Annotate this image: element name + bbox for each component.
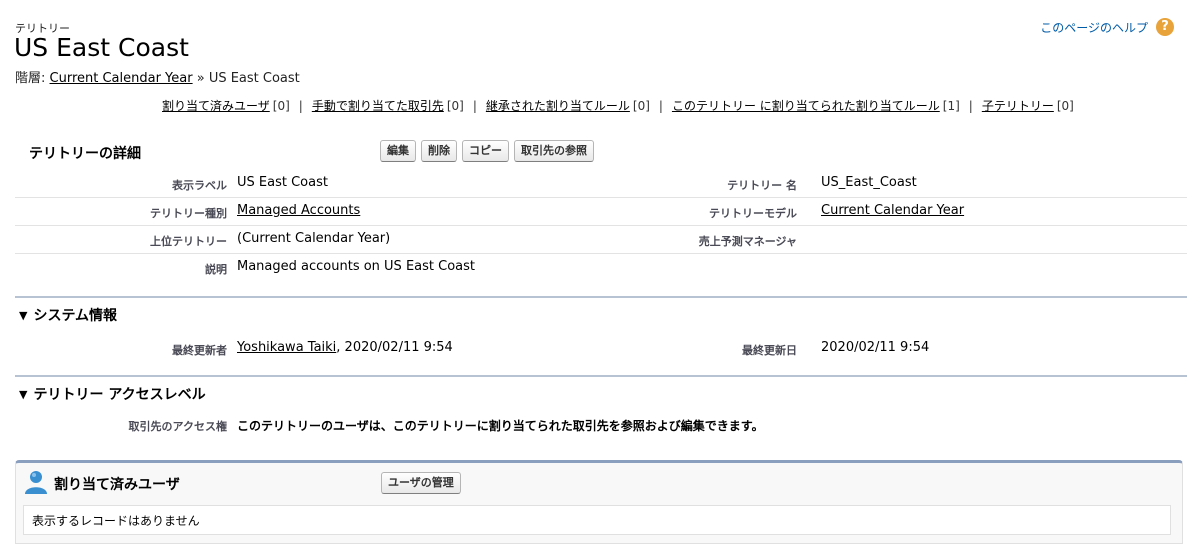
- field-value: Managed accounts on US East Coast: [237, 259, 475, 274]
- related-link-count: [0]: [446, 99, 464, 113]
- field-label: テリトリー種別: [150, 207, 227, 220]
- detail-button-bar: 編集 削除 コピー 取引先の参照: [380, 140, 594, 162]
- detail-row: 取引先のアクセス権 このテリトリーのユーザは、このテリトリーに割り当てられた取引…: [15, 411, 1187, 438]
- field-value: Yoshikawa Taiki, 2020/02/11 9:54: [237, 340, 453, 355]
- field-label: 売上予測マネージャ: [698, 235, 797, 248]
- collapse-triangle-icon[interactable]: ▼: [19, 309, 27, 322]
- field-value: US_East_Coast: [821, 175, 917, 190]
- last-modified-user-link[interactable]: Yoshikawa Taiki: [237, 340, 336, 355]
- manage-users-button[interactable]: ユーザの管理: [381, 472, 461, 494]
- related-link-separator: |: [472, 99, 477, 113]
- last-modified-by-date: , 2020/02/11 9:54: [336, 340, 453, 355]
- breadcrumb: 階層: Current Calendar Year » US East Coas…: [15, 67, 300, 86]
- related-link-assigned-rules: このテリトリー に割り当てられた割り当てルール [1]: [672, 99, 960, 113]
- view-accounts-button[interactable]: 取引先の参照: [514, 140, 594, 162]
- related-link-count: [0]: [632, 99, 650, 113]
- detail-row: 最終更新者 Yoshikawa Taiki, 2020/02/11 9:54 最…: [15, 335, 1187, 362]
- field-label: 表示ラベル: [172, 179, 227, 192]
- page-title: US East Coast: [14, 33, 189, 62]
- related-link-separator: |: [658, 99, 663, 113]
- field-label: 説明: [205, 263, 227, 276]
- field-label: 最終更新日: [742, 344, 797, 357]
- breadcrumb-current: US East Coast: [208, 71, 300, 86]
- related-link-assigned-users: 割り当て済みユーザ [0]: [162, 99, 290, 113]
- related-link-count: [0]: [272, 99, 290, 113]
- breadcrumb-prefix: 階層:: [15, 71, 50, 86]
- territory-model-link[interactable]: Current Calendar Year: [821, 203, 964, 218]
- breadcrumb-parent-link[interactable]: Current Calendar Year: [50, 71, 193, 86]
- user-icon: [25, 471, 47, 494]
- section-title: テリトリー アクセスレベル: [33, 387, 206, 403]
- related-link-label[interactable]: 手動で割り当てた取引先: [312, 99, 444, 113]
- detail-row: 説明 Managed accounts on US East Coast: [15, 254, 1187, 281]
- related-link-inherited-rules: 継承された割り当てルール [0]: [486, 99, 650, 113]
- assigned-users-related-list: 割り当て済みユーザ ユーザの管理 表示するレコードはありません: [15, 460, 1183, 544]
- field-label: 取引先のアクセス権: [128, 420, 227, 433]
- detail-row: 表示ラベル US East Coast テリトリー 名 US_East_Coas…: [15, 170, 1187, 198]
- access-level-fields: 取引先のアクセス権 このテリトリーのユーザは、このテリトリーに割り当てられた取引…: [15, 411, 1187, 438]
- related-link-manual-accounts: 手動で割り当てた取引先 [0]: [312, 99, 464, 113]
- copy-button[interactable]: コピー: [462, 140, 509, 162]
- related-list-title: 割り当て済みユーザ: [54, 477, 180, 493]
- delete-button[interactable]: 削除: [421, 140, 457, 162]
- collapse-triangle-icon[interactable]: ▼: [19, 388, 27, 401]
- detail-row: テリトリー種別 Managed Accounts テリトリーモデル Curren…: [15, 198, 1187, 226]
- related-link-label[interactable]: 継承された割り当てルール: [486, 99, 630, 113]
- system-info-header[interactable]: ▼ システム情報: [19, 305, 117, 325]
- related-link-count: [1]: [942, 99, 960, 113]
- section-divider: [15, 296, 1187, 298]
- field-value: このテリトリーのユーザは、このテリトリーに割り当てられた取引先を参照および編集で…: [237, 419, 764, 433]
- edit-button[interactable]: 編集: [380, 140, 416, 162]
- related-link-label[interactable]: 子テリトリー: [982, 99, 1054, 113]
- field-label: テリトリー 名: [727, 179, 797, 192]
- help-link[interactable]: このページのヘルプ: [1040, 19, 1148, 36]
- system-info-fields: 最終更新者 Yoshikawa Taiki, 2020/02/11 9:54 最…: [15, 335, 1187, 362]
- section-title: システム情報: [33, 308, 118, 324]
- territory-type-link[interactable]: Managed Accounts: [237, 203, 360, 218]
- field-value: (Current Calendar Year): [237, 231, 391, 246]
- breadcrumb-separator: »: [192, 71, 209, 86]
- field-value: US East Coast: [237, 175, 328, 190]
- related-link-label[interactable]: このテリトリー に割り当てられた割り当てルール: [672, 99, 940, 113]
- section-divider: [15, 375, 1187, 377]
- field-value: 2020/02/11 9:54: [821, 340, 930, 355]
- related-link-separator: |: [968, 99, 973, 113]
- related-link-child-territories: 子テリトリー [0]: [982, 99, 1074, 113]
- empty-records-message: 表示するレコードはありません: [23, 505, 1171, 535]
- detail-section-title: テリトリーの詳細: [29, 146, 141, 162]
- detail-fields: 表示ラベル US East Coast テリトリー 名 US_East_Coas…: [15, 170, 1187, 281]
- related-link-count: [0]: [1056, 99, 1074, 113]
- field-label: 最終更新者: [172, 344, 227, 357]
- related-link-label[interactable]: 割り当て済みユーザ: [162, 99, 270, 113]
- help-icon[interactable]: ?: [1156, 18, 1174, 36]
- help-area: このページのヘルプ ?: [1040, 18, 1174, 36]
- access-level-header[interactable]: ▼ テリトリー アクセスレベル: [19, 384, 206, 404]
- field-label: テリトリーモデル: [709, 207, 797, 220]
- related-link-separator: |: [298, 99, 303, 113]
- detail-row: 上位テリトリー (Current Calendar Year) 売上予測マネージ…: [15, 226, 1187, 254]
- related-links-bar: 割り当て済みユーザ [0] | 手動で割り当てた取引先 [0] | 継承された割り当てルール…: [162, 97, 1074, 114]
- field-label: 上位テリトリー: [150, 235, 227, 248]
